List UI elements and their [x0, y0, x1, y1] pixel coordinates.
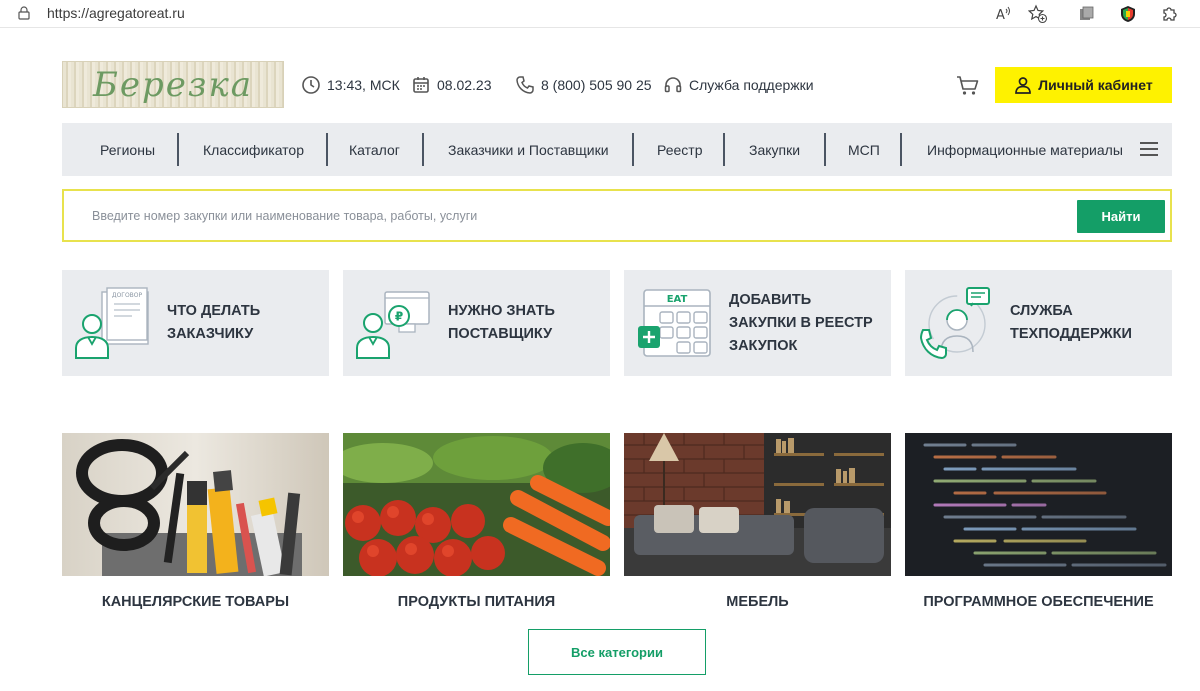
tile-title-line2: ЗАКАЗЧИКУ	[167, 326, 254, 342]
read-aloud-icon[interactable]: A	[994, 4, 1014, 24]
software-photo	[905, 433, 1172, 576]
time-text: 13:43, МСК	[327, 77, 400, 93]
tile-title-line1: НУЖНО ЗНАТЬ	[448, 303, 555, 319]
eat-icon-text: EAT	[667, 294, 688, 305]
tile-add-to-registry[interactable]: EAT ДОБАВИТЬ ЗАКУПКИ В РЕЕСТР ЗАКУПОК	[624, 270, 891, 376]
tile-title-line1: ДОБАВИТЬ	[729, 292, 812, 308]
food-photo	[343, 433, 610, 576]
lock-icon	[18, 6, 30, 20]
tile-title-line1: ЧТО ДЕЛАТЬ	[167, 303, 261, 319]
collections-icon[interactable]	[1076, 4, 1096, 24]
contract-person-icon: ДОГОВОР	[75, 287, 149, 359]
clock-icon	[302, 76, 320, 94]
site-logo[interactable]: Березка	[62, 61, 284, 108]
nav-separator	[824, 133, 826, 166]
category-stationery-image[interactable]	[62, 433, 329, 576]
category-label-software[interactable]: ПРОГРАММНОЕ ОБЕСПЕЧЕНИЕ	[905, 594, 1172, 610]
category-label-stationery[interactable]: КАНЦЕЛЯРСКИЕ ТОВАРЫ	[62, 594, 329, 610]
nav-separator	[422, 133, 424, 166]
tile-title-line2: ТЕХПОДДЕРЖКИ	[1010, 326, 1132, 342]
nav-item-info-materials[interactable]: Информационные материалы	[927, 123, 1123, 176]
furniture-photo	[624, 433, 891, 576]
browser-address-bar: https://agregatoreat.ru A	[0, 0, 1200, 28]
tile-title-line2: ЗАКУПКИ В РЕЕСТР	[729, 315, 873, 331]
ruble-monitor-person-icon: ₽	[356, 291, 430, 359]
nav-separator	[632, 133, 634, 166]
date-text: 08.02.23	[437, 77, 492, 93]
menu-hamburger-icon[interactable]	[1140, 142, 1158, 156]
category-label-food[interactable]: ПРОДУКТЫ ПИТАНИЯ	[343, 594, 610, 610]
stationery-photo	[62, 433, 329, 576]
category-label-furniture[interactable]: МЕБЕЛЬ	[624, 594, 891, 610]
personal-account-label: Личный кабинет	[1038, 77, 1153, 93]
svg-text:A: A	[996, 8, 1005, 23]
search-input[interactable]	[92, 203, 1052, 229]
nav-item-classifier[interactable]: Классификатор	[203, 123, 304, 176]
nav-separator	[723, 133, 725, 166]
user-icon	[1015, 77, 1032, 94]
logo-text: Березка	[92, 64, 254, 105]
category-food-image[interactable]	[343, 433, 610, 576]
category-software-image[interactable]	[905, 433, 1172, 576]
tile-tech-support[interactable]: СЛУЖБА ТЕХПОДДЕРЖКИ	[905, 270, 1172, 376]
main-navigation: Регионы Классификатор Каталог Заказчики …	[62, 123, 1172, 176]
nav-item-purchases[interactable]: Закупки	[749, 123, 800, 176]
time-info: 13:43, МСК	[301, 74, 400, 96]
nav-separator	[326, 133, 328, 166]
nav-item-customers-suppliers[interactable]: Заказчики и Поставщики	[448, 123, 609, 176]
svg-text:₽: ₽	[395, 310, 403, 324]
tile-title-line1: СЛУЖБА	[1010, 303, 1073, 319]
date-info: 08.02.23	[411, 74, 492, 96]
search-bar: Найти	[62, 189, 1172, 242]
contract-icon-text: ДОГОВОР	[112, 292, 143, 299]
tile-supplier-guide[interactable]: ₽ НУЖНО ЗНАТЬ ПОСТАВЩИКУ	[343, 270, 610, 376]
phone-info[interactable]: 8 (800) 505 90 25	[515, 74, 652, 96]
nav-item-msp[interactable]: МСП	[848, 123, 880, 176]
headset-icon	[664, 77, 682, 93]
eat-grid-add-icon: EAT	[638, 289, 711, 357]
support-text[interactable]: Служба поддержки	[689, 77, 814, 93]
personal-account-button[interactable]: Личный кабинет	[995, 67, 1172, 103]
support-operator-icon	[919, 287, 990, 360]
favorite-add-icon[interactable]	[1028, 4, 1048, 24]
tile-customer-guide[interactable]: ДОГОВОР ЧТО ДЕЛАТЬ ЗАКАЗЧИКУ	[62, 270, 329, 376]
nav-separator	[177, 133, 179, 166]
extension-shield-icon[interactable]	[1118, 4, 1138, 24]
support-link[interactable]: Служба поддержки	[663, 74, 814, 96]
phone-icon	[516, 76, 534, 94]
nav-item-catalog[interactable]: Каталог	[349, 123, 400, 176]
all-categories-button[interactable]: Все категории	[528, 629, 706, 675]
nav-item-registry[interactable]: Реестр	[657, 123, 703, 176]
cart-icon[interactable]	[956, 75, 980, 97]
tile-title-line2: ПОСТАВЩИКУ	[448, 326, 553, 342]
url-text[interactable]: https://agregatoreat.ru	[47, 5, 185, 21]
category-furniture-image[interactable]	[624, 433, 891, 576]
calendar-icon	[413, 77, 429, 93]
search-button[interactable]: Найти	[1077, 200, 1165, 233]
nav-separator	[900, 133, 902, 166]
nav-item-regions[interactable]: Регионы	[100, 123, 155, 176]
extensions-puzzle-icon[interactable]	[1160, 4, 1180, 24]
phone-text[interactable]: 8 (800) 505 90 25	[541, 77, 652, 93]
tile-title-line3: ЗАКУПОК	[729, 338, 798, 354]
